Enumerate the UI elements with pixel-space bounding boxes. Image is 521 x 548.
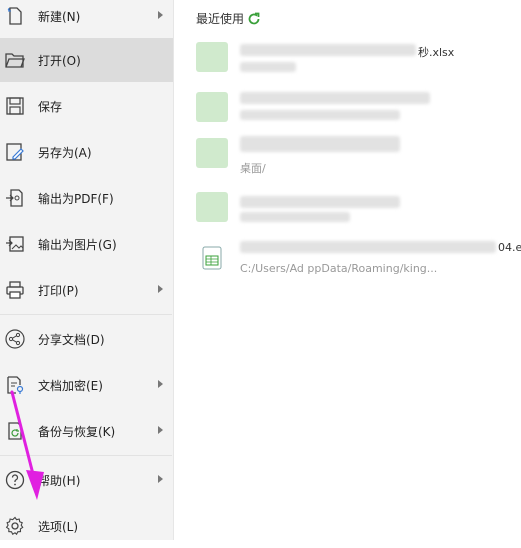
submenu-arrow-icon: [158, 426, 163, 434]
file-name: 04.e: [498, 241, 521, 254]
redacted-path: [240, 212, 350, 222]
menu-label: 文档加密(E): [38, 378, 103, 393]
redacted-filename: [240, 44, 416, 56]
export-image-icon: [4, 233, 26, 255]
menu-label: 打开(O): [38, 53, 81, 68]
recent-file-item[interactable]: [196, 88, 521, 132]
menu-label: 选项(L): [38, 519, 79, 534]
submenu-arrow-icon: [158, 475, 163, 483]
redacted-filename: [240, 136, 400, 152]
submenu-arrow-icon: [158, 380, 163, 388]
menu-label: 分享文档(D): [38, 332, 105, 347]
recent-file-item[interactable]: 桌面/: [196, 134, 521, 178]
menu-label: 打印(P): [38, 283, 79, 298]
menu-label: 保存: [38, 99, 63, 114]
redacted-path: [240, 110, 400, 120]
menu-item-new[interactable]: 新建(N): [0, 0, 173, 38]
menu-item-print[interactable]: 打印(P): [0, 268, 173, 312]
submenu-arrow-icon: [158, 285, 163, 293]
file-thumbnail: [196, 138, 228, 168]
gear-icon: [4, 515, 26, 537]
menu-label: 另存为(A): [38, 145, 92, 160]
menu-item-options[interactable]: 选项(L): [0, 504, 173, 548]
encrypt-doc-icon: [4, 374, 26, 396]
menu-label: 帮助(H): [38, 473, 81, 488]
redacted-filename: [240, 196, 400, 208]
menu-item-save-as[interactable]: 另存为(A): [0, 130, 173, 174]
menu-item-open[interactable]: 打开(O): [0, 38, 173, 82]
file-path: 桌面/: [240, 162, 266, 175]
help-icon: [4, 469, 26, 491]
save-icon: [4, 95, 26, 117]
redacted-filename: [240, 92, 430, 104]
recent-header: 最近使用: [196, 10, 261, 27]
menu-divider: [0, 455, 172, 456]
file-thumbnail: [196, 192, 228, 222]
save-as-icon: [4, 141, 26, 163]
menu-label: 备份与恢复(K): [38, 424, 116, 439]
menu-item-export-image[interactable]: 输出为图片(G): [0, 222, 173, 266]
recent-file-item[interactable]: [196, 188, 521, 232]
new-doc-icon: [4, 5, 26, 27]
recent-title: 最近使用: [196, 12, 245, 26]
menu-label: 输出为PDF(F): [38, 191, 114, 206]
share-icon: [4, 328, 26, 350]
menu-item-export-pdf[interactable]: 输出为PDF(F): [0, 176, 173, 220]
menu-label: 新建(N): [38, 9, 81, 24]
menu-item-save[interactable]: 保存: [0, 84, 173, 128]
menu-label: 输出为图片(G): [38, 237, 117, 252]
recent-file-item[interactable]: 秒.xlsx: [196, 38, 521, 82]
menu-item-backup[interactable]: 备份与恢复(K): [0, 409, 173, 453]
folder-open-icon: [4, 49, 26, 71]
menu-item-share[interactable]: 分享文档(D): [0, 317, 173, 361]
file-thumbnail: [196, 92, 228, 122]
redacted-path: [240, 62, 296, 72]
menu-item-encrypt[interactable]: 文档加密(E): [0, 363, 173, 407]
spreadsheet-file-icon: [202, 246, 222, 270]
printer-icon: [4, 279, 26, 301]
redacted-filename: [240, 241, 496, 253]
refresh-icon[interactable]: [247, 12, 261, 26]
recent-files-panel: 最近使用 秒.xlsx 桌面/ 04.e C:/Users/Ad ppData/…: [174, 0, 521, 540]
file-menu-sidebar: 新建(N) 打开(O) 保存 另存为(A) 输出为PDF(F) 输出为图片(G): [0, 0, 174, 540]
recent-file-item[interactable]: 04.e C:/Users/Ad ppData/Roaming/king...: [196, 236, 521, 280]
export-pdf-icon: [4, 187, 26, 209]
menu-divider: [0, 314, 172, 315]
menu-item-help[interactable]: 帮助(H): [0, 458, 173, 502]
backup-restore-icon: [4, 420, 26, 442]
file-name: 秒.xlsx: [418, 46, 455, 59]
submenu-arrow-icon: [158, 11, 163, 19]
file-path: C:/Users/Ad ppData/Roaming/king...: [240, 262, 438, 275]
file-thumbnail: [196, 42, 228, 72]
